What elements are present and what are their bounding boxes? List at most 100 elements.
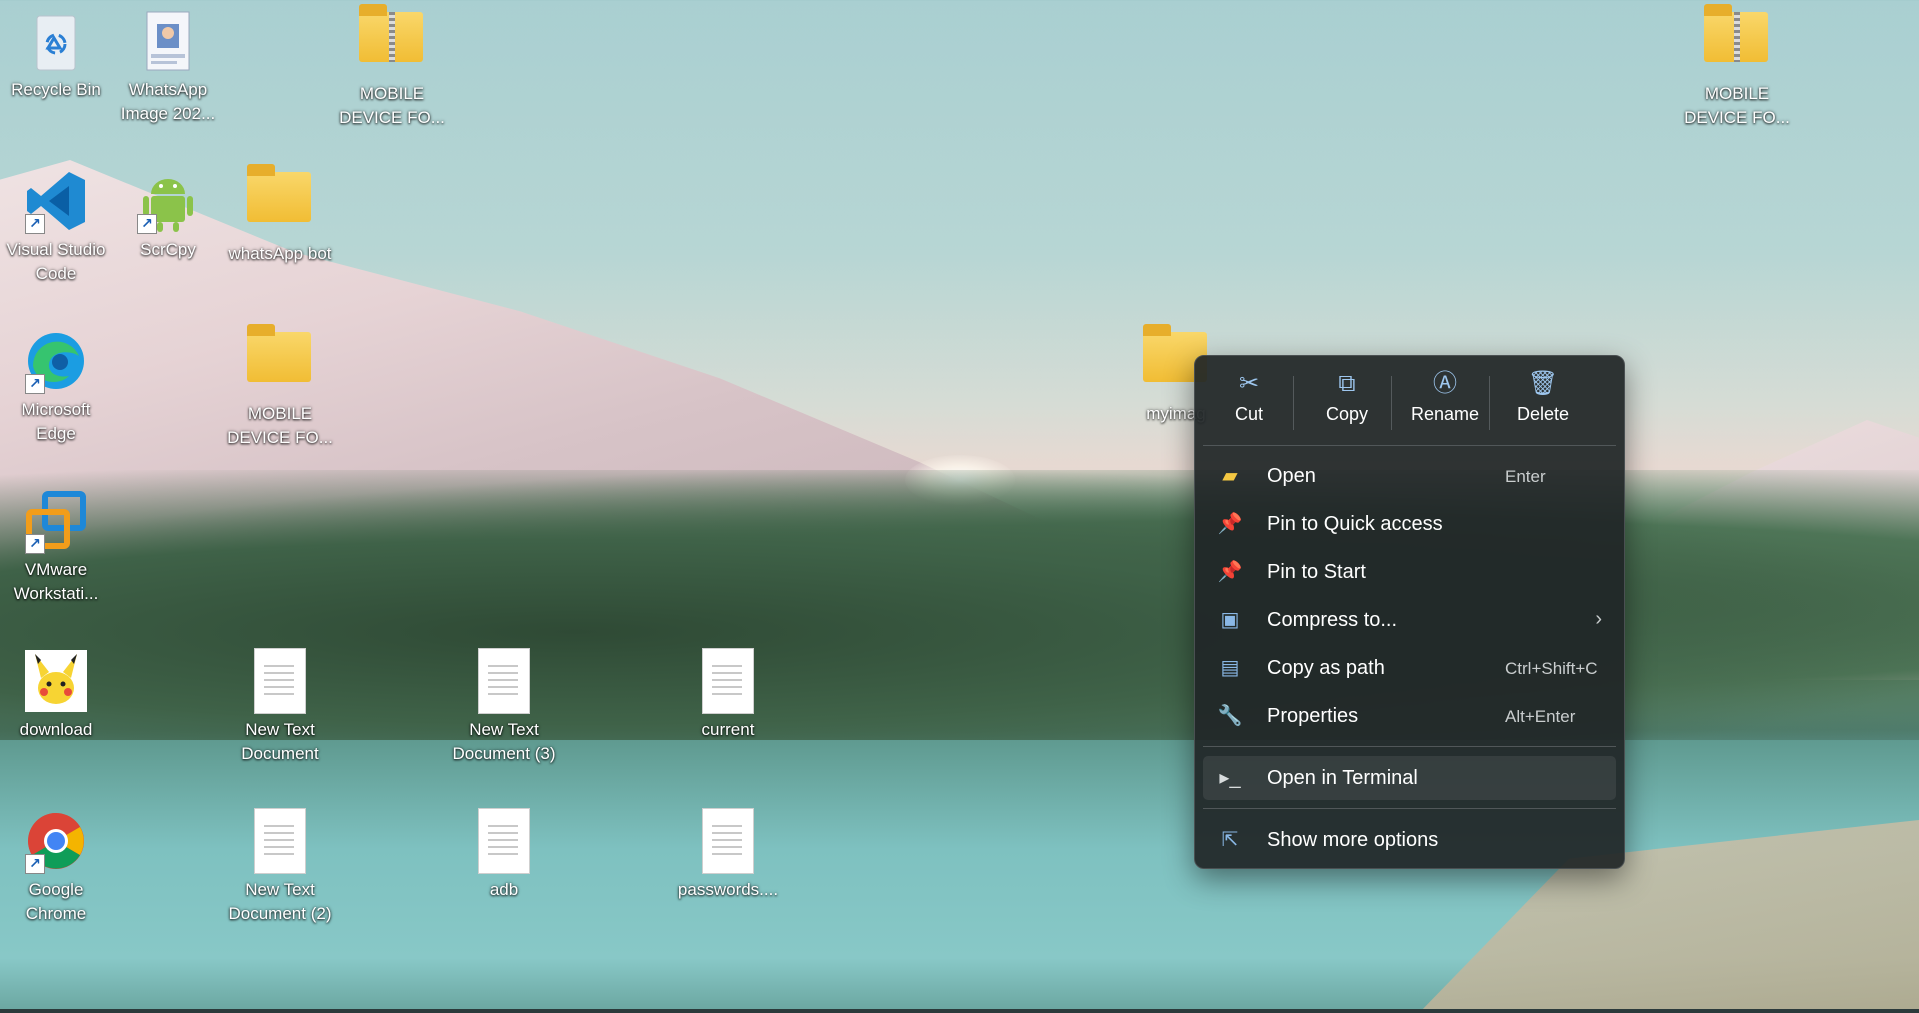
cut-label: Cut (1234, 404, 1263, 424)
menu-item-pin-quick-access[interactable]: 📌 Pin to Quick access (1203, 502, 1616, 546)
copy-button[interactable]: ⧉ Copy (1303, 370, 1391, 436)
desktop-icon-label: current (701, 720, 755, 739)
desktop-icon-label: MOBILE DEVICE FO... (339, 84, 445, 127)
taskbar-edge (0, 1009, 1919, 1013)
text-file-icon (247, 808, 313, 874)
menu-item-label: Open (1267, 465, 1316, 487)
folder-open-icon: ▰ (1222, 465, 1238, 487)
context-menu: ✂ Cut ⧉ Copy Ⓐ Rename 🗑 Delete ▰ Open En… (1194, 355, 1625, 869)
menu-item-shortcut: Ctrl+Shift+C (1505, 659, 1598, 678)
text-file-icon (471, 648, 537, 714)
desktop-icon-label: whatsApp bot (228, 244, 332, 263)
shortcut-arrow-icon: ↗ (25, 534, 45, 554)
folder-icon (247, 324, 313, 398)
menu-item-label: Properties (1267, 705, 1359, 727)
pin-icon: 📌 (1217, 513, 1243, 535)
menu-item-copy-as-path[interactable]: ▤ Copy as path Ctrl+Shift+C (1203, 646, 1616, 690)
desktop-icon-recycle-bin[interactable]: Recycle Bin (0, 0, 112, 102)
desktop-icon-new-text-document-2[interactable]: New Text Document (2) (224, 800, 336, 926)
desktop-icon-chrome[interactable]: ↗ Google Chrome (0, 800, 112, 926)
desktop-icon-edge[interactable]: ↗ Microsoft Edge (0, 320, 112, 446)
chrome-icon: ↗ (23, 808, 89, 874)
desktop-icon-adb[interactable]: adb (448, 800, 560, 902)
menu-item-label: Open in Terminal (1267, 767, 1418, 789)
menu-item-open-terminal[interactable]: ▸_ Open in Terminal (1203, 756, 1616, 800)
wrench-icon: 🔧 (1217, 705, 1243, 727)
rename-icon: Ⓐ (1433, 370, 1457, 397)
menu-divider (1203, 808, 1616, 809)
chevron-right-icon: › (1595, 608, 1602, 630)
desktop-icon-download[interactable]: download (0, 640, 112, 742)
path-icon: ▤ (1220, 657, 1240, 679)
copy-label: Copy (1325, 404, 1369, 424)
image-file-icon (135, 8, 201, 74)
menu-divider (1203, 445, 1616, 446)
menu-item-show-more-options[interactable]: ⇱ Show more options (1203, 818, 1616, 862)
desktop-icon-passwords[interactable]: passwords.... (672, 800, 784, 902)
wallpaper-sun (905, 455, 1015, 505)
recycle-bin-icon (23, 8, 89, 74)
desktop-icon-whatsapp-image[interactable]: WhatsApp Image 202... (112, 0, 224, 126)
text-file-icon (247, 648, 313, 714)
desktop-icon-label: Visual Studio Code (6, 240, 106, 283)
menu-item-label: Copy as path (1267, 657, 1385, 679)
menu-item-label: Show more options (1267, 829, 1439, 851)
desktop-icon-label: download (19, 720, 93, 739)
desktop-icon-vmware[interactable]: ↗ VMware Workstati... (0, 480, 112, 606)
rename-button[interactable]: Ⓐ Rename (1401, 370, 1489, 436)
menu-item-properties[interactable]: 🔧 Properties Alt+Enter (1203, 694, 1616, 738)
menu-item-shortcut: Alt+Enter (1505, 707, 1576, 726)
desktop-icon-new-text-document-3[interactable]: New Text Document (3) (448, 640, 560, 766)
desktop-icon-label: Microsoft Edge (21, 400, 91, 443)
menu-item-compress[interactable]: ▣ Compress to... › (1203, 598, 1616, 642)
desktop-icon-label: New Text Document (2) (228, 880, 332, 923)
desktop-icon-label: WhatsApp Image 202... (120, 80, 216, 123)
text-file-icon (695, 648, 761, 714)
text-file-icon (695, 808, 761, 874)
desktop-icon-label: VMware Workstati... (13, 560, 99, 603)
desktop-icon-whatsapp-bot[interactable]: whatsApp bot (224, 160, 336, 266)
shortcut-arrow-icon: ↗ (25, 854, 45, 874)
shortcut-arrow-icon: ↗ (25, 214, 45, 234)
quick-divider (1391, 376, 1392, 430)
desktop-icon-label: Google Chrome (25, 880, 87, 923)
scissors-icon: ✂ (1238, 370, 1260, 397)
desktop-icon-label: passwords.... (677, 880, 779, 899)
zip-folder-icon (359, 4, 425, 78)
image-file-icon (23, 648, 89, 714)
desktop-icon-label: New Text Document (241, 720, 319, 763)
desktop-icon-vscode[interactable]: ↗ Visual Studio Code (0, 160, 112, 286)
pin-icon: 📌 (1217, 561, 1243, 583)
menu-item-pin-start[interactable]: 📌 Pin to Start (1203, 550, 1616, 594)
text-file-icon (471, 808, 537, 874)
delete-button[interactable]: 🗑 Delete (1499, 370, 1587, 436)
desktop-icon-label: New Text Document (3) (452, 720, 556, 763)
share-icon: ⇱ (1221, 829, 1239, 851)
desktop-icon-scrcpy[interactable]: ↗ ScrCpy (112, 160, 224, 262)
zip-folder-icon (1704, 4, 1770, 78)
context-menu-quick-actions: ✂ Cut ⧉ Copy Ⓐ Rename 🗑 Delete (1195, 356, 1624, 444)
menu-item-open[interactable]: ▰ Open Enter (1203, 454, 1616, 498)
desktop-icon-mobile-device-zip[interactable]: MOBILE DEVICE FO... (336, 0, 448, 130)
quick-divider (1489, 376, 1490, 430)
desktop-icon-label: Recycle Bin (11, 80, 101, 99)
menu-divider (1203, 746, 1616, 747)
menu-item-label: Compress to... (1267, 609, 1398, 631)
quick-divider (1293, 376, 1294, 430)
desktop-icon-current[interactable]: current (672, 640, 784, 742)
menu-item-label: Pin to Start (1267, 561, 1366, 583)
edge-icon: ↗ (23, 328, 89, 394)
desktop-icon-label: MOBILE DEVICE FO... (1684, 84, 1790, 127)
menu-item-label: Pin to Quick access (1267, 513, 1443, 535)
cut-button[interactable]: ✂ Cut (1205, 370, 1293, 436)
desktop-icon-mobile-device-zip-right[interactable]: MOBILE DEVICE FO... (1681, 0, 1793, 130)
desktop-icon-label: adb (489, 880, 519, 899)
desktop-icon-label: ScrCpy (140, 240, 196, 259)
android-icon: ↗ (135, 168, 201, 234)
vmware-icon: ↗ (23, 488, 89, 554)
menu-item-shortcut: Enter (1505, 467, 1546, 486)
desktop-icon-mobile-device-folder[interactable]: MOBILE DEVICE FO... (224, 320, 336, 450)
desktop-icon-label: MOBILE DEVICE FO... (227, 404, 333, 447)
shortcut-arrow-icon: ↗ (137, 214, 157, 234)
desktop-icon-new-text-document[interactable]: New Text Document (224, 640, 336, 766)
